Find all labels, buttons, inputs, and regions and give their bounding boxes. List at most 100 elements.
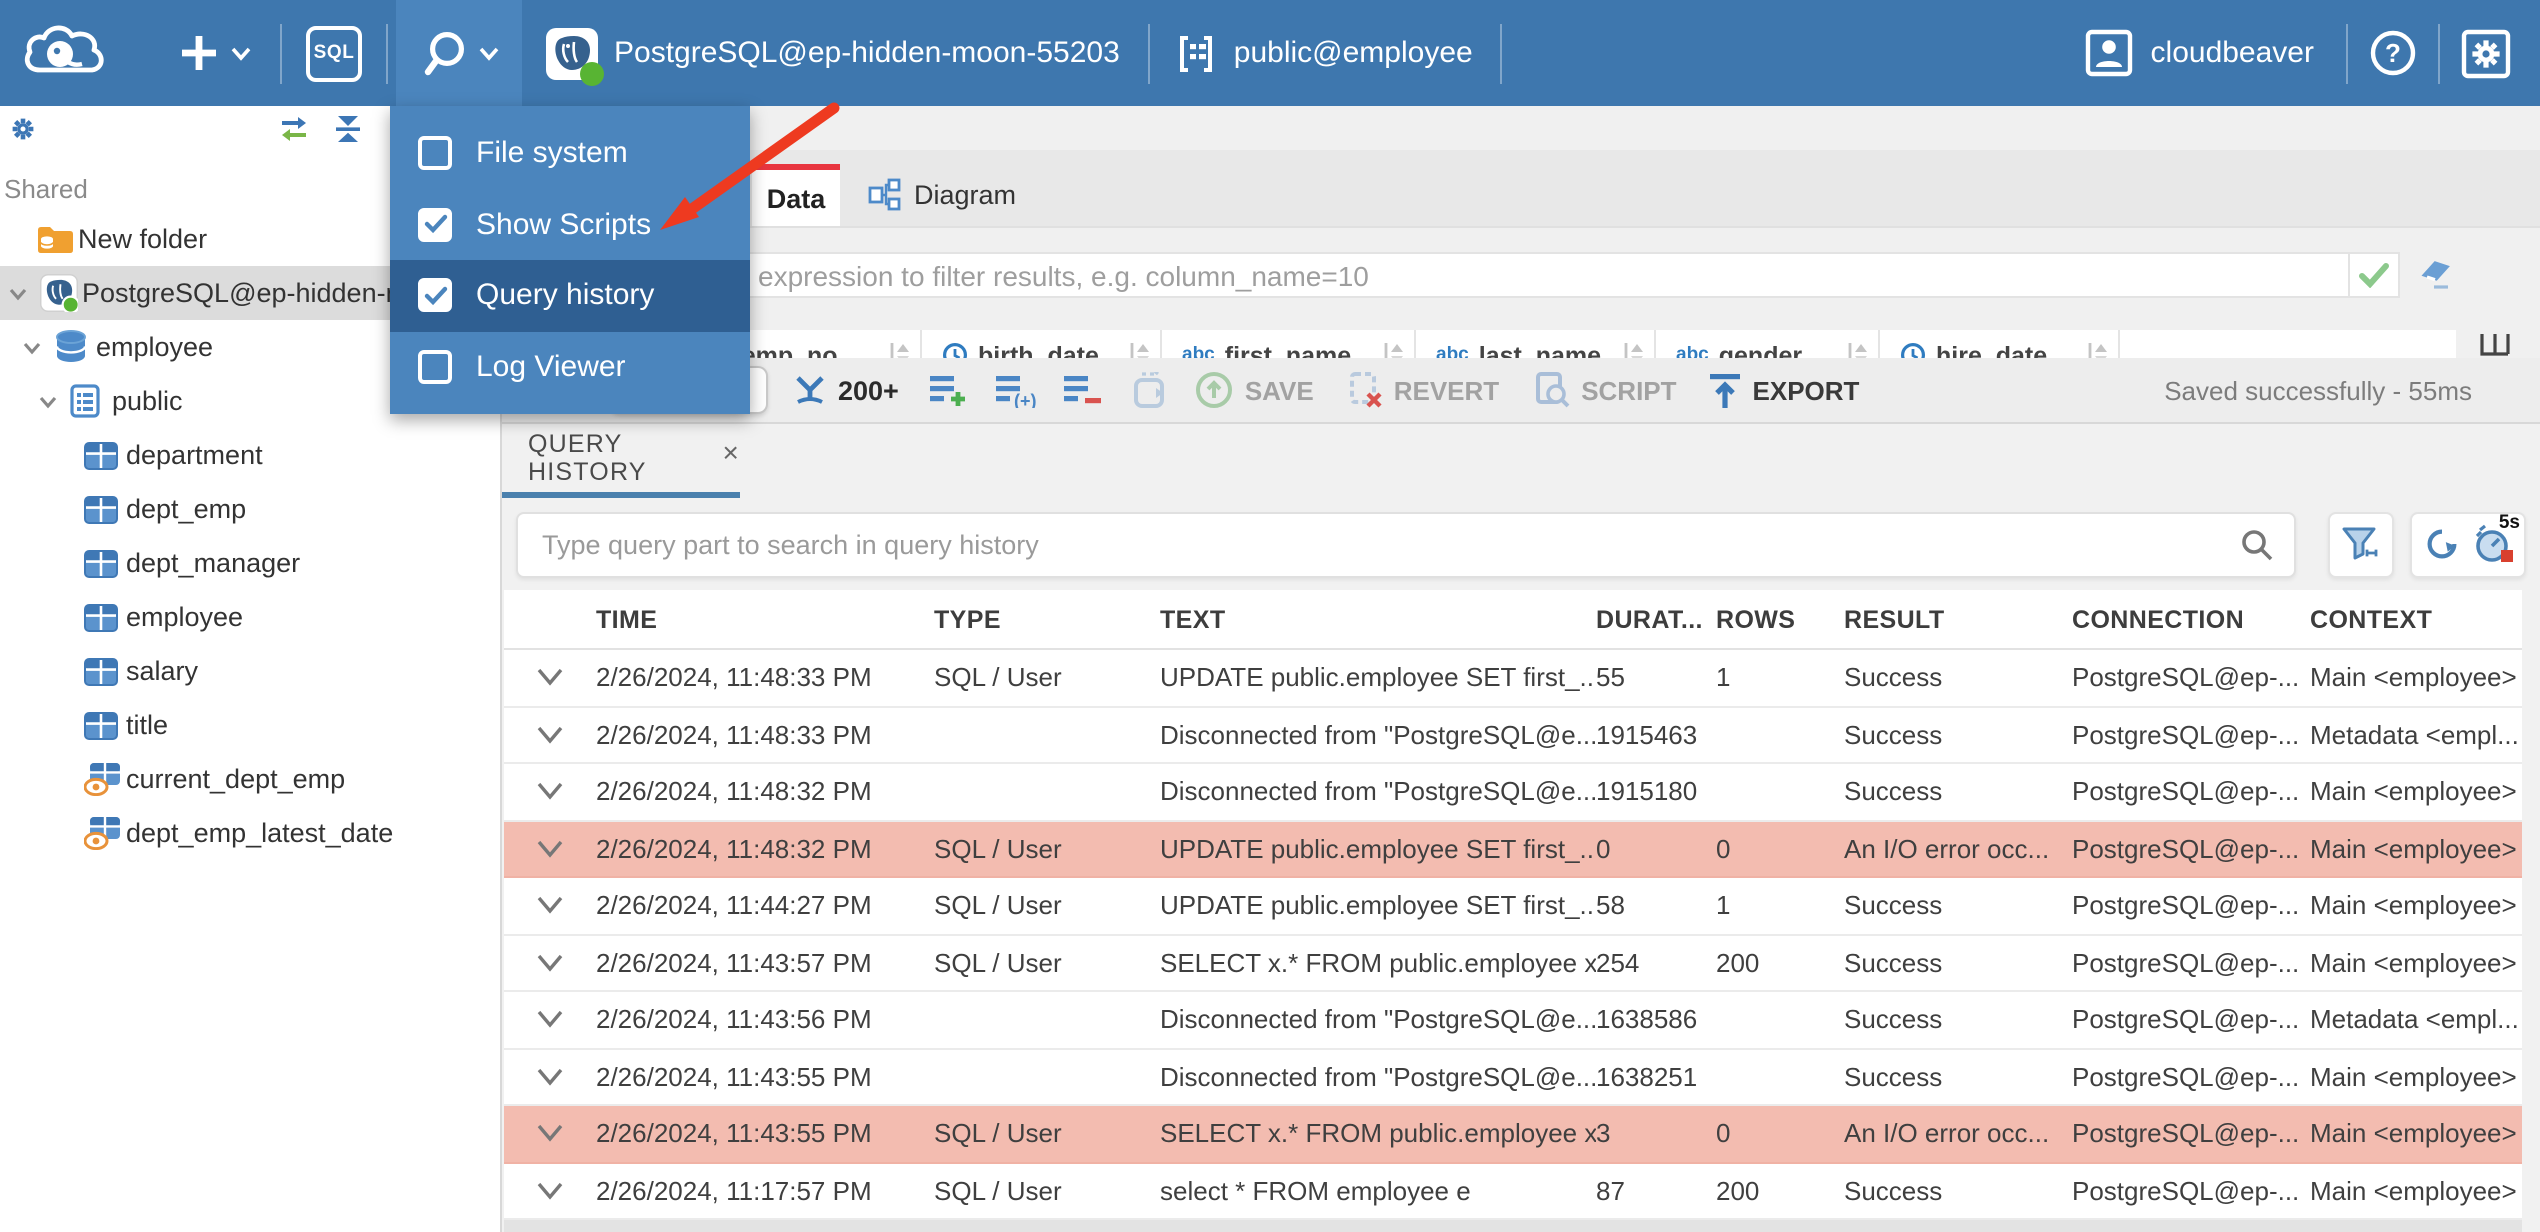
- history-table-row[interactable]: 2/26/2024, 11:48:33 PM Disconnected from …: [504, 707, 2522, 764]
- expand-row-chevron-icon[interactable]: [536, 1011, 564, 1029]
- chevron-down-icon[interactable]: [6, 281, 30, 305]
- panel-tabstrip: QUERY HISTORY ×: [502, 424, 2540, 498]
- expand-row-chevron-icon[interactable]: [536, 954, 564, 972]
- menu-item-log-viewer[interactable]: Log Viewer: [390, 331, 750, 402]
- history-table-row[interactable]: 2/26/2024, 11:43:55 PM Disconnected from …: [504, 1049, 2522, 1106]
- grid-columns-icon[interactable]: [2478, 332, 2512, 358]
- save-button[interactable]: SAVE: [1195, 370, 1314, 410]
- export-button[interactable]: EXPORT: [1709, 371, 1859, 409]
- sort-icon[interactable]: [1846, 339, 1868, 358]
- history-table-row[interactable]: 2/26/2024, 11:17:57 PM SQL / User select *…: [504, 1163, 2522, 1220]
- sort-icon[interactable]: [2086, 339, 2108, 358]
- history-cell-text: UPDATE public.employee SET first_...: [1160, 890, 1596, 921]
- navigator-settings-gear-icon[interactable]: [8, 114, 38, 144]
- tools-menu-button[interactable]: [396, 0, 522, 106]
- menu-item-show-scripts[interactable]: Show Scripts: [390, 189, 750, 260]
- tree-item-dept-emp-latest-date[interactable]: dept_emp_latest_date: [0, 806, 500, 860]
- sql-editor-button[interactable]: SQL: [306, 25, 362, 81]
- history-cell-duration: 254: [1596, 947, 1640, 978]
- history-table-row[interactable]: 2/26/2024, 11:43:57 PM SQL / User SELECT x…: [504, 935, 2522, 992]
- new-connection-button[interactable]: [176, 30, 252, 76]
- history-cell-context: Main <employee>: [2310, 776, 2517, 807]
- filter-expression-input[interactable]: expression to filter results, e.g. colum…: [502, 252, 2350, 298]
- expand-row-chevron-icon[interactable]: [536, 840, 564, 858]
- expand-row-chevron-icon[interactable]: [536, 726, 564, 744]
- sort-icon[interactable]: [1622, 339, 1644, 358]
- menu-item-query-history[interactable]: Query history: [390, 260, 750, 331]
- history-table-row[interactable]: 2/26/2024, 11:43:56 PM Disconnected from …: [504, 992, 2522, 1049]
- apply-filter-button[interactable]: [2350, 252, 2400, 298]
- history-cell-text: Disconnected from "PostgreSQL@e...: [1160, 776, 1596, 807]
- history-cell-text: Disconnected from "PostgreSQL@e...: [1160, 719, 1596, 750]
- expand-row-chevron-icon[interactable]: [536, 1068, 564, 1086]
- schema-selector[interactable]: public@employee: [1174, 31, 1473, 75]
- grid-column-header-last_name[interactable]: abc last_name: [1416, 330, 1656, 358]
- expand-row-chevron-icon[interactable]: [536, 897, 564, 915]
- tab-diagram[interactable]: Diagram: [840, 164, 1044, 226]
- history-column-header[interactable]: ROWS: [1716, 605, 1844, 633]
- fetch-more-button[interactable]: 200+: [792, 374, 899, 406]
- history-table-row[interactable]: 2/26/2024, 11:48:32 PM Disconnected from …: [504, 764, 2522, 821]
- history-column-header[interactable]: TEXT: [1160, 605, 1596, 633]
- settings-button[interactable]: [2460, 27, 2512, 79]
- main-content: Data Diagram expression to filter result…: [502, 106, 2540, 1232]
- chevron-down-icon[interactable]: [36, 389, 60, 413]
- help-button[interactable]: ?: [2368, 28, 2418, 78]
- chevron-down-icon[interactable]: [20, 335, 44, 359]
- expand-row-chevron-icon[interactable]: [536, 1182, 564, 1200]
- duplicate-row-button[interactable]: (+): [996, 373, 1037, 407]
- grid-column-header-birth_date[interactable]: birth_date: [922, 330, 1162, 358]
- sort-icon[interactable]: [1382, 339, 1404, 358]
- grid-column-header-gender[interactable]: abc gender: [1656, 330, 1880, 358]
- delete-row-button[interactable]: [1064, 373, 1103, 407]
- grid-column-header-first_name[interactable]: abc first_name: [1162, 330, 1416, 358]
- sort-icon[interactable]: [1128, 339, 1150, 358]
- history-table-row[interactable]: 2/26/2024, 11:48:33 PM SQL / User UPDATE p…: [504, 650, 2522, 707]
- transfer-button[interactable]: [1131, 371, 1171, 409]
- grid-column-header-hire_date[interactable]: hire_date: [1880, 330, 2120, 358]
- sync-connection-icon[interactable]: [278, 114, 310, 144]
- checkbox-unchecked-icon[interactable]: [418, 136, 452, 171]
- expand-row-chevron-icon[interactable]: [536, 1125, 564, 1143]
- history-cell-connection: PostgreSQL@ep-...: [2072, 833, 2300, 864]
- history-column-header[interactable]: CONNECTION: [2072, 605, 2310, 633]
- tree-item-salary[interactable]: salary: [0, 644, 500, 698]
- refresh-icon[interactable]: [2421, 524, 2461, 564]
- checkbox-checked-icon[interactable]: [418, 278, 452, 313]
- sort-icon[interactable]: [888, 339, 910, 358]
- history-filter-button[interactable]: [2328, 511, 2394, 577]
- active-connection[interactable]: PostgreSQL@ep-hidden-moon-55203: [546, 27, 1120, 85]
- history-column-header[interactable]: TIME: [596, 605, 934, 633]
- revert-button[interactable]: REVERT: [1346, 370, 1499, 410]
- history-column-header[interactable]: TYPE: [934, 605, 1160, 633]
- clear-filter-button[interactable]: [2416, 252, 2456, 298]
- history-table-row[interactable]: 2/26/2024, 11:44:27 PM SQL / User UPDATE p…: [504, 878, 2522, 935]
- tree-item-dept-emp[interactable]: dept_emp: [0, 482, 500, 536]
- script-button[interactable]: SCRIPT: [1531, 370, 1677, 410]
- tree-item-employee[interactable]: employee: [0, 590, 500, 644]
- history-column-header[interactable]: CONTEXT: [2310, 605, 2522, 633]
- tree-item-dept-manager[interactable]: dept_manager: [0, 536, 500, 590]
- history-table-header: TIME TYPE TEXT DURAT... ROWS RESULT CONNECTION…: [504, 590, 2522, 650]
- tab-query-history[interactable]: QUERY HISTORY ×: [502, 424, 740, 498]
- add-row-button[interactable]: [930, 373, 969, 407]
- expand-row-chevron-icon[interactable]: [536, 783, 564, 801]
- tree-item-title[interactable]: title: [0, 698, 500, 752]
- expand-row-chevron-icon[interactable]: [536, 669, 564, 687]
- checkbox-unchecked-icon[interactable]: [418, 349, 452, 384]
- query-history-search-input[interactable]: Type query part to search in query histo…: [516, 511, 2296, 577]
- tree-item-current-dept-emp[interactable]: current_dept_emp: [0, 752, 500, 806]
- collapse-all-icon[interactable]: [332, 114, 364, 144]
- history-table-row[interactable]: 2/26/2024, 11:48:32 PM SQL / User UPDATE p…: [504, 821, 2522, 878]
- history-table-row[interactable]: 2/26/2024, 11:43:55 PM SQL / User SELECT x…: [504, 1106, 2522, 1163]
- user-menu[interactable]: cloudbeaver: [2085, 28, 2314, 78]
- close-panel-icon[interactable]: ×: [722, 438, 740, 466]
- history-column-header[interactable]: DURAT...: [1596, 605, 1716, 633]
- history-column-header[interactable]: RESULT: [1844, 605, 2072, 633]
- checkbox-checked-icon[interactable]: [418, 207, 452, 242]
- horizontal-scrollbar[interactable]: [504, 1220, 2522, 1232]
- tree-item-department[interactable]: department: [0, 428, 500, 482]
- history-cell-text: select * FROM employee e: [1160, 1175, 1471, 1206]
- tab-data[interactable]: Data: [752, 164, 840, 226]
- menu-item-file-system[interactable]: File system: [390, 118, 750, 189]
